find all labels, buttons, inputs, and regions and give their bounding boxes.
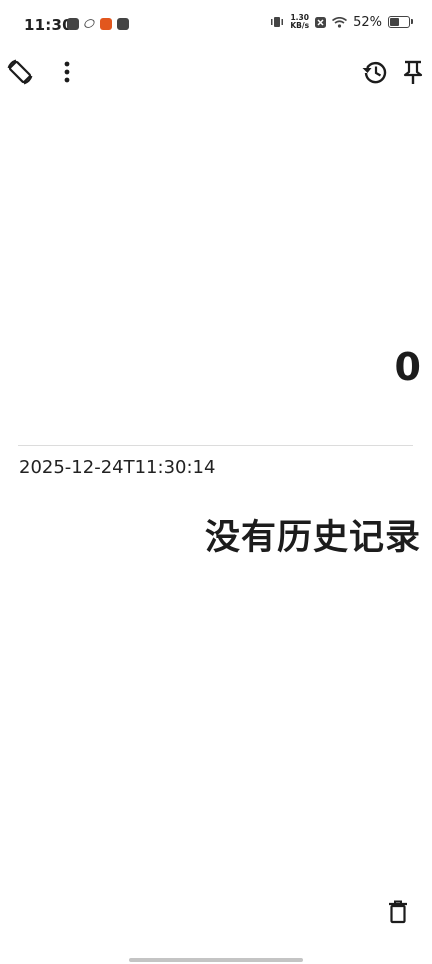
network-speed: 1.30 KB/s <box>290 14 309 30</box>
pin-button[interactable] <box>395 54 431 90</box>
link-icon <box>82 17 97 30</box>
divider <box>18 445 413 446</box>
history-icon <box>362 61 387 84</box>
pin-icon <box>403 60 423 84</box>
system-icons: 1.30 KB/s 52% <box>270 14 413 30</box>
wifi-icon <box>332 16 348 28</box>
history-timestamp: 2025-12-24T11:30:14 <box>19 457 216 478</box>
notification-icons <box>67 17 129 30</box>
delete-icon <box>389 900 407 924</box>
mail-icon <box>117 18 129 30</box>
status-bar: 11:30 1.30 KB/s 52% <box>0 0 432 50</box>
clear-history-button[interactable] <box>380 894 416 930</box>
history-button[interactable] <box>357 54 393 90</box>
calendar-icon <box>67 18 79 30</box>
screen-rotate-icon <box>7 59 33 85</box>
battery-fill <box>390 18 400 26</box>
app-icon <box>100 18 112 30</box>
network-speed-unit: KB/s <box>290 21 310 30</box>
x-icon <box>315 16 327 28</box>
status-time: 11:30 <box>24 16 73 34</box>
more-vert-icon <box>64 61 70 83</box>
vibrate-icon <box>271 17 284 27</box>
more-options-button[interactable] <box>49 54 85 90</box>
battery-percent: 52% <box>353 14 382 30</box>
home-indicator[interactable] <box>129 958 303 962</box>
battery-icon <box>388 16 413 28</box>
empty-history-message: 没有历史记录 <box>204 518 421 558</box>
screen-rotate-button[interactable] <box>2 54 38 90</box>
result-display: 0 <box>394 345 421 389</box>
